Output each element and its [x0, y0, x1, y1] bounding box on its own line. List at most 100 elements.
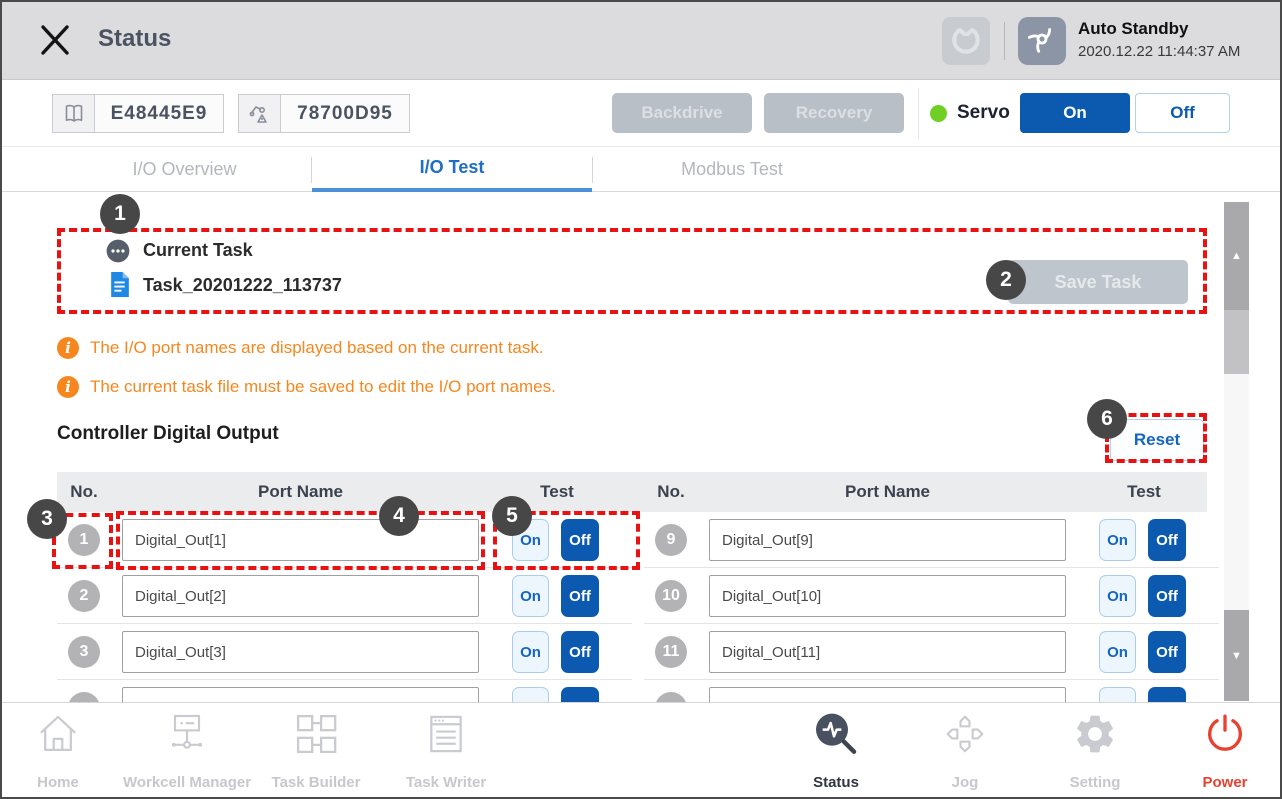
power-icon — [1202, 711, 1248, 760]
nav-label: Home — [37, 774, 79, 793]
port-name-input[interactable] — [709, 575, 1066, 617]
row-number-badge: 2 — [68, 580, 100, 612]
nav-workcell-manager[interactable]: Workcell Manager — [117, 711, 257, 793]
home-icon — [36, 711, 80, 760]
test-off-button[interactable] — [1148, 687, 1186, 702]
table-row: 2 On Off — [57, 568, 632, 624]
nav-label: Setting — [1070, 774, 1121, 793]
bottom-navigation: Home Workcell Manager Task — [2, 702, 1280, 799]
nav-home[interactable]: Home — [0, 711, 118, 793]
gripper-icon — [948, 22, 984, 61]
servo-divider — [918, 88, 919, 139]
tab-modbus-test[interactable]: Modbus Test — [592, 147, 872, 192]
test-on-button[interactable] — [512, 687, 549, 702]
save-task-button[interactable]: Save Task — [1008, 260, 1188, 304]
test-off-button[interactable] — [561, 687, 599, 702]
annotation-marker-3: 3 — [27, 499, 67, 539]
test-off-button[interactable]: Off — [561, 519, 599, 561]
notice-row: i The current task file must be saved to… — [57, 376, 556, 398]
table-header-left: No. Port Name Test — [57, 472, 632, 512]
vertical-scrollbar: ▲ ▼ — [1224, 202, 1249, 701]
backdrive-button[interactable]: Backdrive — [612, 93, 752, 133]
test-on-button[interactable]: On — [1099, 631, 1136, 673]
row-number-badge: 10 — [655, 580, 687, 612]
ellipsis-icon — [105, 238, 131, 264]
row-number-badge — [68, 692, 100, 702]
nav-task-writer[interactable]: Task Writer — [386, 711, 506, 793]
table-row-partial — [57, 680, 632, 702]
test-on-button[interactable] — [1099, 687, 1136, 702]
task-writer-icon — [424, 711, 468, 760]
table-row: 10 On Off — [644, 568, 1219, 624]
port-name-input[interactable] — [709, 687, 1066, 702]
nav-label: Jog — [952, 774, 979, 793]
setting-icon — [1072, 711, 1118, 760]
page-title: Status — [98, 25, 171, 53]
table-row: 1 On Off — [57, 512, 632, 568]
port-name-input[interactable] — [709, 631, 1066, 673]
column-header-no: No. — [644, 472, 698, 512]
io-table-right: 9 On Off 10 On Off 11 On Off — [644, 512, 1219, 702]
notice-row: i The I/O port names are displayed based… — [57, 337, 544, 359]
test-on-button[interactable]: On — [1099, 575, 1136, 617]
scroll-up-icon: ▲ — [1231, 250, 1242, 262]
nav-label: Workcell Manager — [123, 774, 251, 793]
app-window: Status Auto Standby 2020.12 — [0, 0, 1282, 799]
nav-setting[interactable]: Setting — [1035, 711, 1155, 793]
info-icon: i — [57, 337, 79, 359]
table-row: 11 On Off — [644, 624, 1219, 680]
controller-id-value: E48445E9 — [95, 95, 223, 132]
robot-mode-label: Auto Standby — [1078, 19, 1240, 39]
scroll-down-button[interactable]: ▼ — [1224, 610, 1249, 701]
workcell-manager-icon — [163, 711, 211, 760]
tab-io-overview[interactable]: I/O Overview — [57, 147, 312, 192]
servo-off-button[interactable]: Off — [1135, 93, 1230, 133]
test-on-button[interactable]: On — [512, 575, 549, 617]
io-table-header: No. Port Name Test No. Port Name Test — [57, 472, 1207, 512]
recovery-button[interactable]: Recovery — [764, 93, 904, 133]
swirl-icon — [1023, 20, 1061, 63]
close-button[interactable] — [35, 21, 75, 61]
servo-label: Servo — [957, 102, 1010, 124]
port-name-input[interactable] — [122, 687, 479, 702]
test-on-button[interactable]: On — [1099, 519, 1136, 561]
scroll-down-icon: ▼ — [1231, 650, 1242, 662]
nav-task-builder[interactable]: Task Builder — [256, 711, 376, 793]
annotation-marker-4: 4 — [379, 496, 419, 536]
nav-power[interactable]: Power — [1165, 711, 1282, 793]
status-icon — [812, 711, 860, 762]
header-divider — [1004, 22, 1005, 60]
port-name-input[interactable] — [709, 519, 1066, 561]
robot-mode-block: Auto Standby 2020.12.22 11:44:37 AM — [1078, 19, 1240, 60]
nav-status[interactable]: Status — [776, 711, 896, 793]
auto-standby-status-button[interactable] — [1018, 17, 1066, 65]
test-off-button[interactable]: Off — [561, 631, 599, 673]
table-row: 9 On Off — [644, 512, 1219, 568]
nav-jog[interactable]: Jog — [905, 711, 1025, 793]
current-task-name: Task_20201222_113737 — [143, 275, 342, 296]
port-name-input[interactable] — [122, 519, 479, 561]
servo-on-button[interactable]: On — [1020, 93, 1130, 133]
test-off-button[interactable]: Off — [1148, 519, 1186, 561]
current-task-label: Current Task — [143, 240, 253, 261]
row-number-badge — [655, 692, 687, 702]
row-number-badge: 1 — [68, 524, 100, 556]
gripper-button[interactable] — [942, 17, 990, 65]
servo-status-dot — [930, 105, 947, 122]
port-name-input[interactable] — [122, 575, 479, 617]
test-off-button[interactable]: Off — [1148, 631, 1186, 673]
test-on-button[interactable]: On — [512, 631, 549, 673]
scroll-up-button[interactable]: ▲ — [1224, 202, 1249, 310]
tab-io-test[interactable]: I/O Test — [312, 147, 592, 192]
port-name-input[interactable] — [122, 631, 479, 673]
io-table-left: 1 On Off 2 On Off 3 On Off — [57, 512, 632, 702]
annotation-marker-6: 6 — [1087, 399, 1127, 439]
test-off-button[interactable]: Off — [561, 575, 599, 617]
id-servo-bar: E48445E9 78700D95 Backdrive Recovery Ser… — [2, 80, 1280, 147]
scrollbar-thumb[interactable] — [1224, 310, 1249, 374]
robot-id-value: 78700D95 — [281, 95, 409, 132]
nav-label: Task Writer — [406, 774, 486, 793]
test-off-button[interactable]: Off — [1148, 575, 1186, 617]
row-number-badge: 3 — [68, 636, 100, 668]
jog-icon — [942, 711, 988, 760]
